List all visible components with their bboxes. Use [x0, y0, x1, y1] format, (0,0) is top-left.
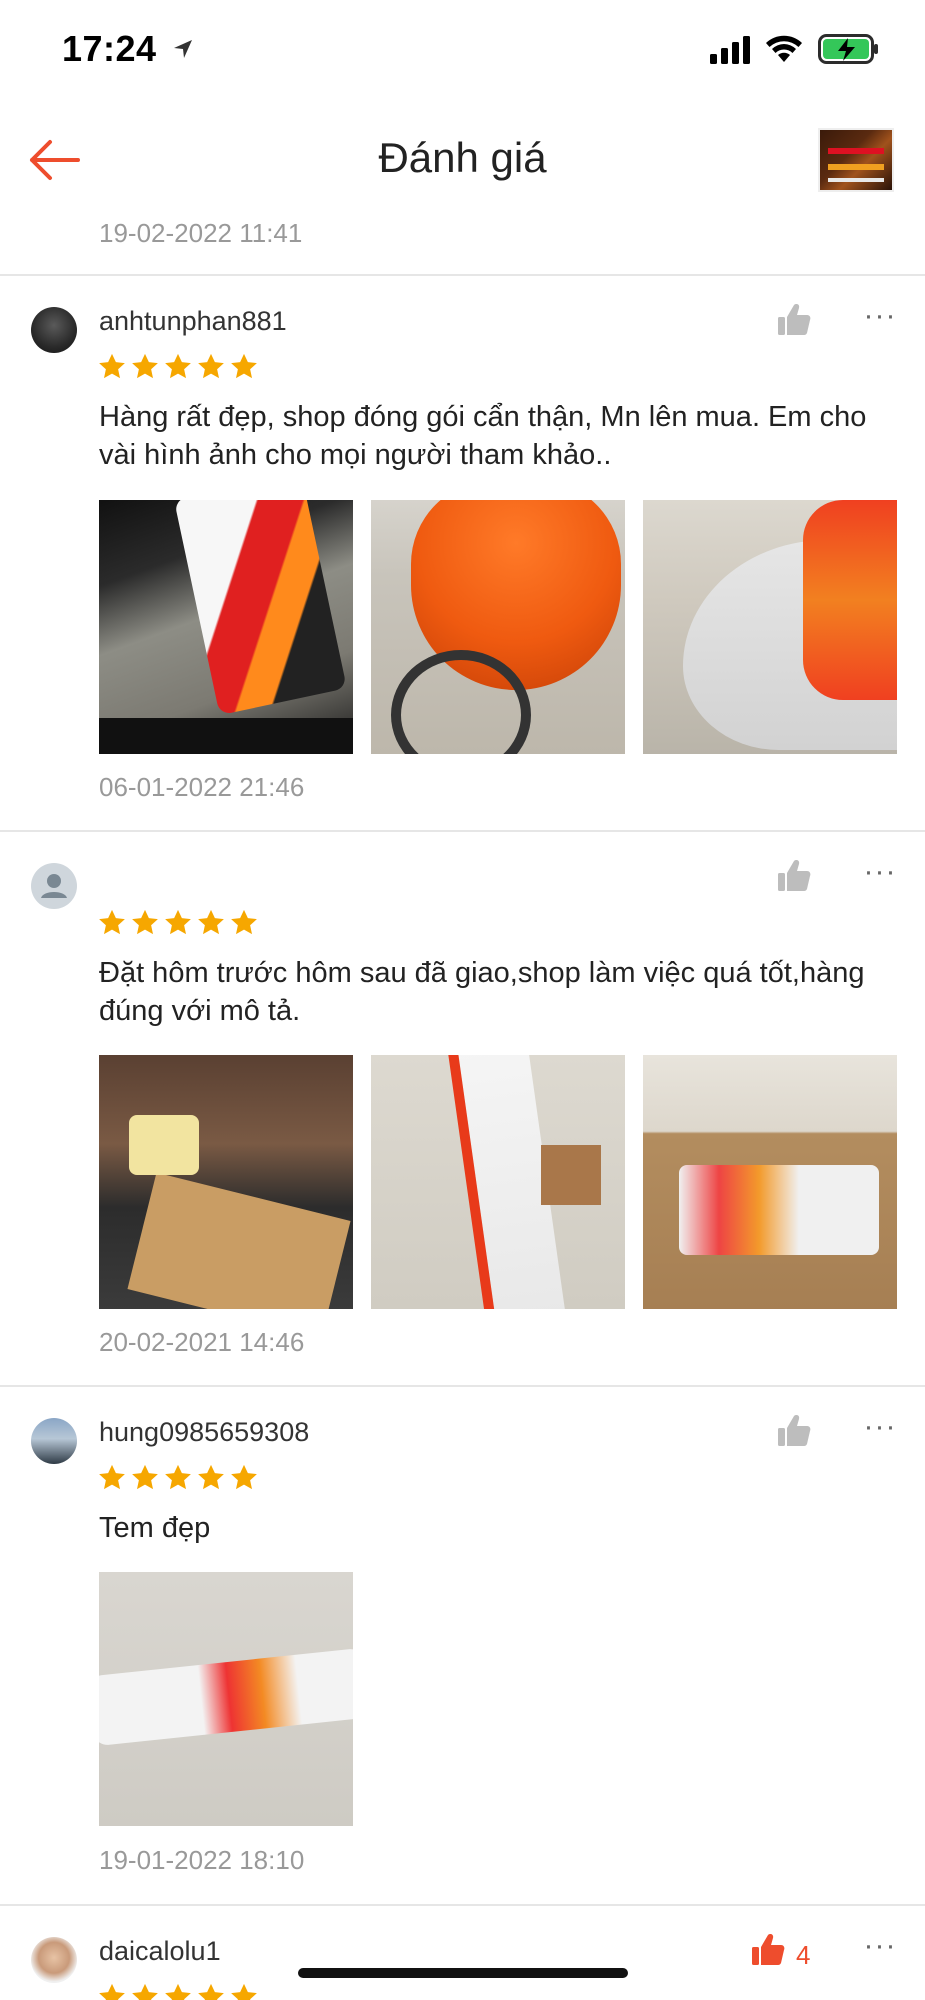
product-thumbnail[interactable]: [818, 128, 894, 192]
review-comment: Đặt hôm trước hôm sau đã giao,shop làm v…: [99, 957, 865, 1027]
star-rating: [97, 1982, 259, 2000]
star-rating: [97, 1463, 259, 1493]
star-icon: [231, 353, 257, 379]
status-bar: 17:24: [0, 0, 925, 100]
review-photo[interactable]: [371, 1055, 625, 1309]
review-username: hung0985659308: [99, 1417, 310, 1447]
wifi-icon: [766, 35, 802, 62]
star-icon: [231, 909, 257, 935]
thumbs-up-icon[interactable]: [776, 302, 812, 338]
review-photo[interactable]: [643, 500, 897, 754]
review-username: daicalolu1: [99, 1936, 221, 1966]
star-icon: [198, 909, 224, 935]
star-icon: [99, 353, 125, 379]
thumbs-up-icon[interactable]: [776, 858, 812, 894]
page-title: Đánh giá: [378, 134, 547, 181]
review-photo[interactable]: [99, 500, 353, 754]
cellular-signal-icon: [710, 36, 750, 64]
avatar[interactable]: [31, 307, 77, 353]
review-photo[interactable]: [99, 1055, 353, 1309]
star-icon: [99, 909, 125, 935]
star-icon: [132, 909, 158, 935]
avatar[interactable]: [31, 863, 77, 909]
home-indicator[interactable]: [298, 1968, 628, 1978]
page-header: Đánh giá: [0, 100, 925, 220]
star-icon: [165, 1983, 191, 2000]
review-date: 19-02-2022 11:41: [99, 218, 303, 248]
thumbs-up-icon[interactable]: [776, 1413, 812, 1449]
status-time: 17:24: [62, 28, 157, 69]
review-photo[interactable]: [643, 1055, 897, 1309]
review-username: anhtunphan881: [99, 306, 287, 336]
star-rating: [97, 352, 259, 382]
divider: [0, 1385, 925, 1387]
avatar[interactable]: [31, 1937, 77, 1983]
review-photo[interactable]: [99, 1572, 353, 1826]
star-icon: [165, 1464, 191, 1490]
like-count: 4: [796, 1940, 811, 1970]
star-icon: [132, 1464, 158, 1490]
divider: [0, 830, 925, 832]
star-rating: [97, 908, 259, 938]
location-arrow-icon: [174, 40, 192, 58]
review-date: 19-01-2022 18:10: [99, 1845, 305, 1875]
more-options-icon[interactable]: ···: [862, 1931, 898, 1972]
review-photo[interactable]: [371, 500, 625, 754]
star-icon: [231, 1464, 257, 1490]
star-icon: [198, 1983, 224, 2000]
review-comment: Hàng rất đẹp, shop đóng gói cẩn thận, Mn…: [99, 401, 867, 471]
avatar[interactable]: [31, 1418, 77, 1464]
battery-charging-icon: [818, 34, 878, 64]
star-icon: [99, 1464, 125, 1490]
star-icon: [132, 353, 158, 379]
star-icon: [165, 909, 191, 935]
star-icon: [198, 353, 224, 379]
star-icon: [99, 1983, 125, 2000]
divider: [0, 1904, 925, 1906]
star-icon: [165, 353, 191, 379]
default-user-icon: [41, 874, 67, 898]
thumbs-up-icon[interactable]: [750, 1932, 786, 1968]
divider: [0, 274, 925, 276]
review-comment: Tem đẹp: [99, 1512, 211, 1544]
review-date: 06-01-2022 21:46: [99, 772, 305, 802]
star-icon: [231, 1983, 257, 2000]
more-options-icon[interactable]: ···: [862, 857, 898, 898]
star-icon: [198, 1464, 224, 1490]
review-date: 20-02-2021 14:46: [99, 1327, 305, 1357]
star-icon: [132, 1983, 158, 2000]
more-options-icon[interactable]: ···: [862, 301, 898, 342]
more-options-icon[interactable]: ···: [862, 1412, 898, 1453]
